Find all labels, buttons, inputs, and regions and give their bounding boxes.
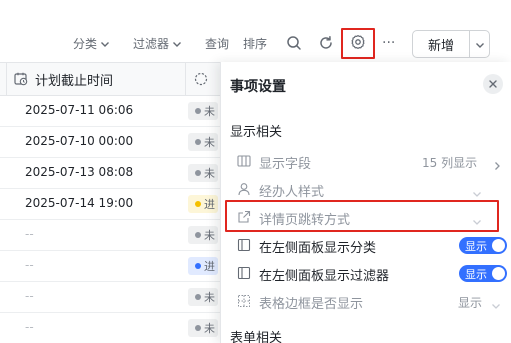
status-dot <box>195 108 201 114</box>
status-badge[interactable]: 未 <box>188 288 218 306</box>
item-settings-panel: 事项设置 显示相关 显示字段 15 列显示 经办人样式 详情页跳转方式 在左侧面… <box>220 62 511 343</box>
status-dot <box>195 170 201 176</box>
header-status[interactable] <box>194 63 208 95</box>
setting-left-panel-filter: 在左侧面板显示过滤器 显示 <box>221 259 511 287</box>
status-label: 进 <box>204 198 215 211</box>
sidebar-icon <box>237 238 251 252</box>
due-date-cell: 2025-07-14 19:00 <box>25 196 134 210</box>
due-date-cell: -- <box>25 320 34 334</box>
setting-value: 显示 <box>458 296 483 310</box>
toolbar: 分类 过滤器 查询 排序 ··· 新增 <box>0 0 511 62</box>
status-dot <box>195 263 201 269</box>
due-date-cell: -- <box>25 289 34 303</box>
close-icon <box>488 79 498 89</box>
setting-label: 经办人样式 <box>259 185 325 200</box>
chevron-down-icon <box>475 35 485 54</box>
settings-button[interactable] <box>341 28 375 59</box>
status-label: 未 <box>204 105 215 118</box>
left-panel-filter-toggle[interactable]: 显示 <box>459 265 507 282</box>
status-label: 未 <box>204 167 215 180</box>
filter-label: 过滤器 <box>133 37 170 51</box>
setting-table-border[interactable]: 表格边框是否显示 显示 <box>221 287 511 315</box>
status-badge[interactable]: 未 <box>188 319 218 337</box>
status-badge[interactable]: 进 <box>188 257 218 275</box>
setting-value: 15 列显示 <box>422 156 478 170</box>
due-date-cell: 2025-07-10 00:00 <box>25 134 134 148</box>
refresh-icon[interactable] <box>316 33 336 53</box>
setting-detail-jump[interactable]: 详情页跳转方式 <box>221 203 511 231</box>
section-form: 表单相关 <box>230 331 283 343</box>
toggle-label: 显示 <box>465 240 487 253</box>
status-dot <box>195 294 201 300</box>
toggle-label: 显示 <box>465 268 487 281</box>
due-date-cell: 2025-07-13 08:08 <box>25 165 134 179</box>
search-icon[interactable] <box>284 33 304 53</box>
chevron-down-icon <box>491 296 501 309</box>
status-circle-icon <box>194 72 208 86</box>
chevron-down-icon <box>472 184 482 197</box>
sort-button[interactable]: 排序 <box>243 36 267 52</box>
sidebar-icon <box>237 266 251 280</box>
section-display: 显示相关 <box>230 125 283 140</box>
column-divider <box>185 63 186 95</box>
toggle-knob <box>492 267 505 280</box>
chevron-down-icon <box>100 37 110 53</box>
chevron-down-icon <box>472 212 482 225</box>
header-due-label: 计划截止时间 <box>35 73 114 89</box>
setting-assignee-style[interactable]: 经办人样式 <box>221 175 511 203</box>
more-icon[interactable]: ··· <box>382 36 395 50</box>
filter-dropdown[interactable]: 过滤器 <box>133 36 182 53</box>
due-date-cell: -- <box>25 258 34 272</box>
new-button-group: 新增 <box>412 30 490 58</box>
column-divider <box>6 63 7 95</box>
columns-icon <box>237 154 251 168</box>
status-badge[interactable]: 未 <box>188 226 218 244</box>
query-button[interactable]: 查询 <box>205 36 229 52</box>
status-dot <box>195 232 201 238</box>
new-dropdown-button[interactable] <box>470 31 489 57</box>
setting-left-panel-category: 在左侧面板显示分类 显示 <box>221 231 511 259</box>
status-dot <box>195 201 201 207</box>
left-panel-category-toggle[interactable]: 显示 <box>459 237 507 254</box>
status-label: 未 <box>204 291 215 304</box>
user-icon <box>237 182 251 196</box>
status-label: 未 <box>204 136 215 149</box>
panel-title: 事项设置 <box>230 79 286 95</box>
setting-label: 表格边框是否显示 <box>259 297 364 312</box>
chevron-down-icon <box>172 37 182 53</box>
setting-label: 详情页跳转方式 <box>259 213 351 228</box>
chevron-right-icon <box>492 156 502 170</box>
setting-label: 在左侧面板显示分类 <box>259 241 377 256</box>
status-badge[interactable]: 未 <box>188 164 218 182</box>
group-label: 分类 <box>73 37 98 51</box>
status-badge[interactable]: 进 <box>188 195 218 213</box>
status-badge[interactable]: 未 <box>188 133 218 151</box>
status-dot <box>195 325 201 331</box>
toggle-knob <box>492 239 505 252</box>
setting-display-fields[interactable]: 显示字段 15 列显示 <box>221 147 511 175</box>
status-dot <box>195 139 201 145</box>
close-button[interactable] <box>483 74 503 94</box>
status-label: 未 <box>204 322 215 335</box>
external-link-icon <box>237 210 251 224</box>
due-date-cell: 2025-07-11 06:06 <box>25 103 134 117</box>
group-dropdown[interactable]: 分类 <box>73 36 110 53</box>
calendar-clock-icon <box>14 72 28 86</box>
setting-label: 显示字段 <box>259 157 312 172</box>
header-due-date[interactable]: 计划截止时间 <box>14 63 113 95</box>
status-badge[interactable]: 未 <box>188 102 218 120</box>
setting-label: 在左侧面板显示过滤器 <box>259 269 390 284</box>
due-date-cell: -- <box>25 227 34 241</box>
grid-border-icon <box>237 294 251 308</box>
new-button[interactable]: 新增 <box>413 31 470 57</box>
gear-icon <box>350 34 366 54</box>
status-label: 未 <box>204 229 215 242</box>
status-label: 进 <box>204 260 215 273</box>
